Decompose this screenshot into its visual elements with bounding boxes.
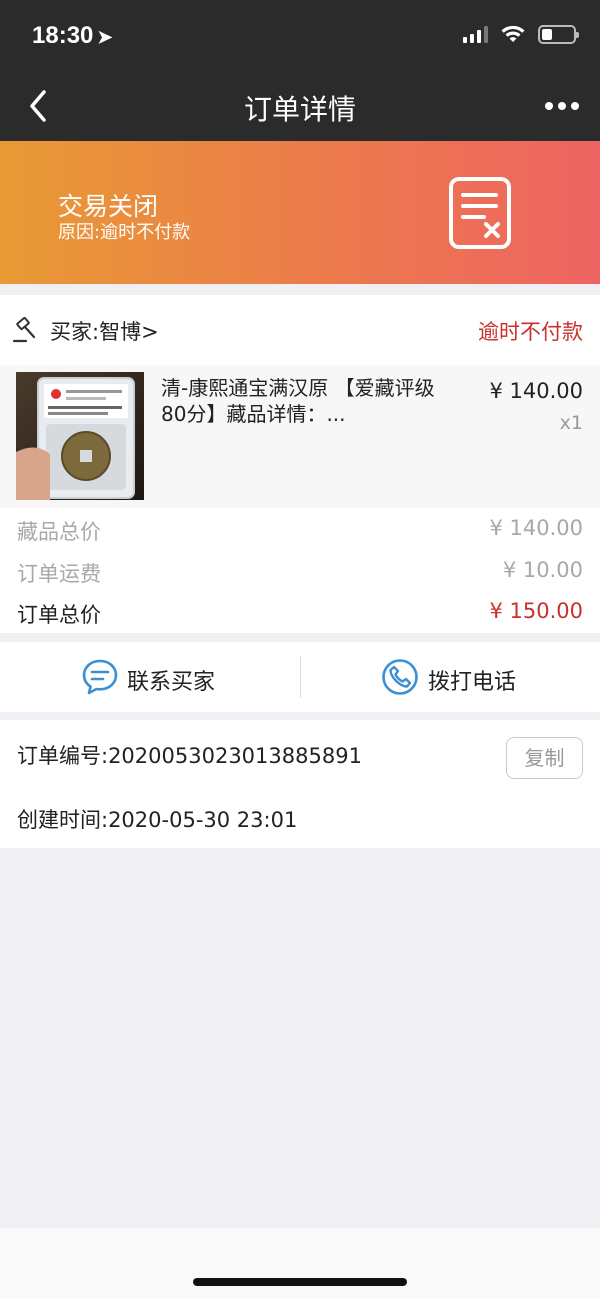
order-number: 订单编号:2020053023013885891 [17, 744, 362, 768]
buyer-name-link[interactable]: 买家:智博> [50, 316, 159, 346]
time-text: 18:30 [32, 22, 94, 49]
total-value: ¥ 150.00 [489, 599, 583, 623]
buyer-row[interactable]: 买家:智博> 逾时不付款 [0, 295, 600, 365]
copy-button[interactable]: 复制 [506, 737, 583, 779]
chat-bubble-icon [82, 659, 118, 695]
total-label: 订单总价 [17, 603, 101, 627]
navigation-bar: 订单详情 [0, 72, 600, 141]
shipping-value: ¥ 10.00 [502, 558, 583, 582]
contact-actions: 联系买家 拨打电话 [0, 642, 600, 712]
location-arrow-icon: ➤ [97, 27, 113, 47]
battery-icon [538, 24, 579, 44]
subtotal-row: 藏品总价 ¥ 140.00 [17, 516, 583, 546]
product-quantity: x1 [559, 412, 583, 434]
auction-gavel-icon [12, 317, 36, 343]
page-title: 订单详情 [243, 93, 356, 126]
shipping-row: 订单运费 ¥ 10.00 [17, 558, 583, 588]
wifi-icon [501, 25, 525, 42]
cellular-signal-icon [463, 25, 488, 43]
order-close-reason: 原因:逾时不付款 [58, 222, 191, 243]
document-cancel-icon [449, 177, 511, 249]
shipping-label: 订单运费 [17, 562, 101, 586]
contact-buyer-button[interactable]: 联系买家 [0, 642, 300, 712]
product-name: 清-康熙通宝满汉原 【爱藏评级80分】藏品详情：... [161, 376, 435, 426]
subtotal-value: ¥ 140.00 [489, 516, 583, 540]
contact-buyer-label: 联系买家 [127, 670, 216, 695]
product-item[interactable]: 清-康熙通宝满汉原 【爱藏评级80分】藏品详情：... ¥ 140.00 x1 [0, 365, 600, 508]
total-row: 订单总价 ¥ 150.00 [17, 599, 583, 629]
status-icons [463, 24, 579, 44]
call-phone-label: 拨打电话 [428, 670, 517, 695]
price-summary: 藏品总价 ¥ 140.00 订单运费 ¥ 10.00 订单总价 ¥ 150.00 [0, 508, 600, 633]
call-phone-button[interactable]: 拨打电话 [300, 642, 600, 712]
order-status-banner: 交易关闭 原因:逾时不付款 [0, 141, 600, 284]
payment-status: 逾时不付款 [478, 320, 583, 344]
subtotal-label: 藏品总价 [17, 520, 101, 544]
status-time: 18:30 ➤ [32, 22, 112, 50]
home-indicator[interactable] [193, 1278, 407, 1286]
order-info: 订单编号:2020053023013885891 复制 创建时间:2020-05… [0, 720, 600, 848]
bottom-safe-area [0, 1228, 600, 1299]
product-price: ¥ 140.00 [489, 379, 583, 403]
phone-icon [382, 659, 418, 695]
status-bar: 18:30 ➤ [0, 0, 600, 72]
more-dots-icon[interactable] [544, 96, 580, 116]
product-thumbnail [16, 372, 144, 500]
created-time: 创建时间:2020-05-30 23:01 [17, 808, 298, 832]
